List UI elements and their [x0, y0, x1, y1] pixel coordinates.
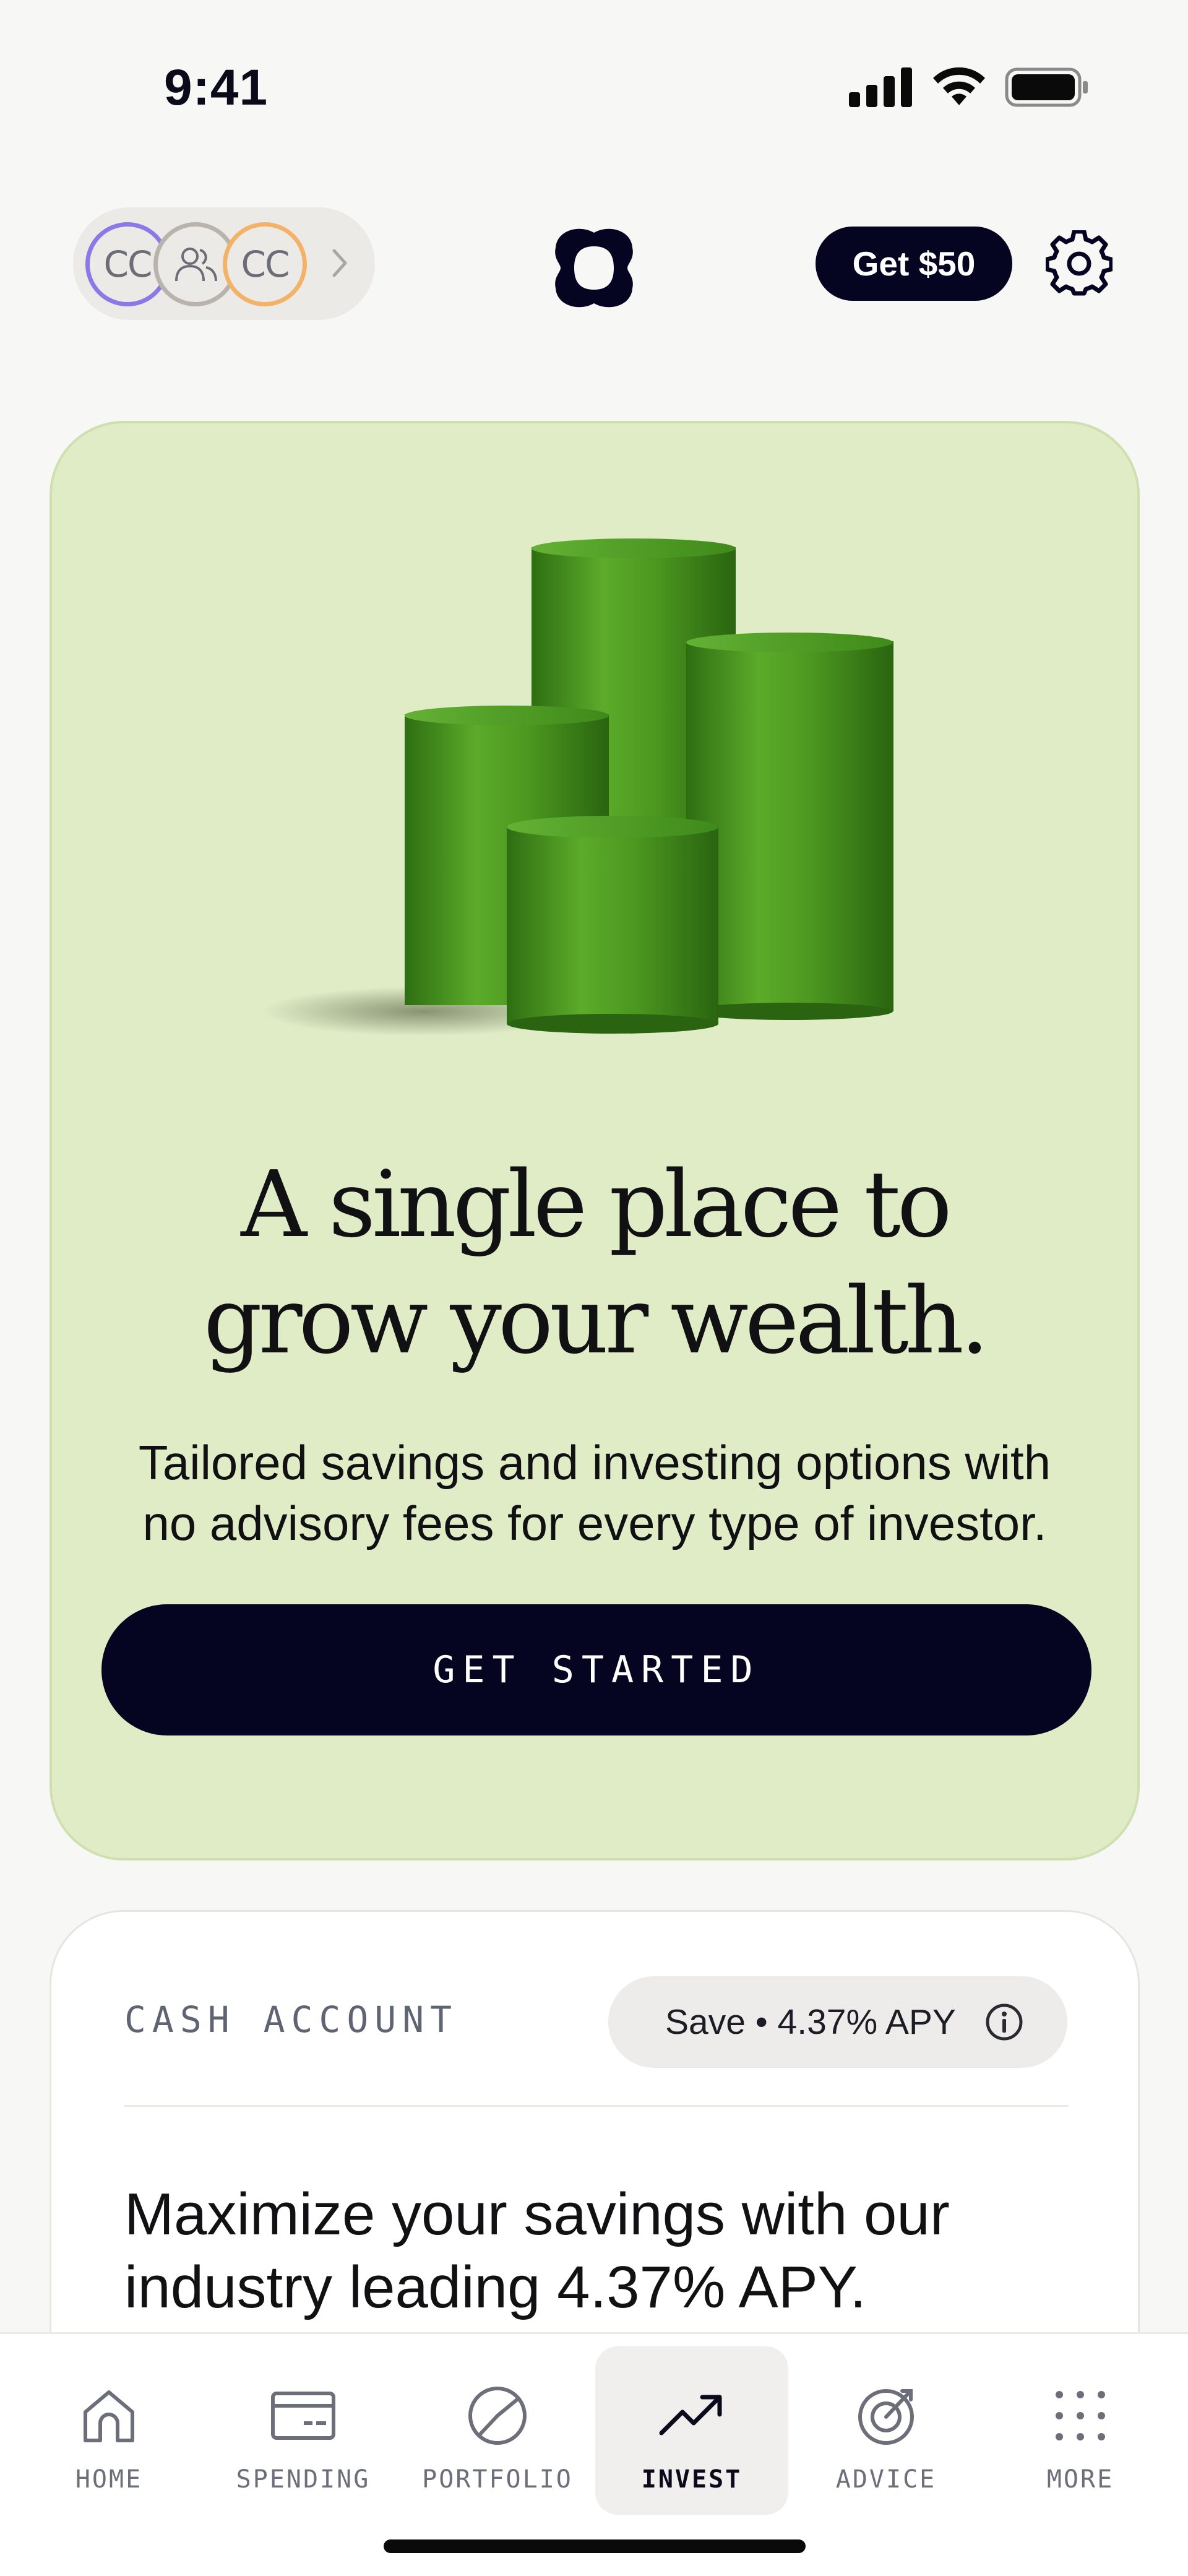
nav-label: HOME	[75, 2465, 143, 2494]
nav-item-advice[interactable]: ADVICE	[790, 2346, 983, 2515]
hero-title: A single place to grow your wealth.	[204, 1151, 989, 1374]
grid-dots-icon	[1056, 2391, 1105, 2440]
home-icon	[84, 2390, 134, 2442]
divider	[124, 2105, 1069, 2107]
target-icon	[858, 2389, 914, 2445]
nav-label: MORE	[1046, 2465, 1114, 2494]
chevron-right-icon	[332, 249, 347, 277]
home-indicator	[384, 2539, 806, 2553]
battery-icon	[1005, 67, 1088, 107]
referral-button[interactable]: Get $50	[816, 227, 1012, 301]
nav-item-spending[interactable]: SPENDING	[207, 2346, 400, 2515]
nav-label: ADVICE	[835, 2465, 937, 2494]
top-bar: CC CC Get $50	[0, 204, 1188, 322]
gear-icon[interactable]	[1046, 230, 1113, 297]
trending-up-icon	[659, 2395, 722, 2436]
wifi-icon	[933, 67, 985, 105]
cash-account-headline: Maximize your savings with our industry …	[124, 2181, 950, 2320]
brand-logo-icon	[555, 228, 633, 308]
nav-item-portfolio[interactable]: PORTFOLIO	[401, 2346, 594, 2515]
status-time: 9:41	[164, 59, 269, 116]
nav-label: INVEST	[641, 2465, 742, 2494]
status-bar: 9:41	[0, 0, 1188, 149]
users-icon	[175, 248, 217, 282]
nav-item-home[interactable]: HOME	[12, 2346, 205, 2515]
invest-hero-card: A single place to grow your wealth. Tail…	[50, 421, 1140, 1861]
apy-badge-text: Save • 4.37% APY	[665, 2002, 956, 2042]
avatar: CC	[223, 222, 307, 306]
nav-label: SPENDING	[236, 2465, 371, 2494]
apy-badge[interactable]: Save • 4.37% APY	[608, 1976, 1067, 2068]
status-icons	[849, 67, 1089, 108]
hero-subtitle: Tailored savings and investing options w…	[138, 1435, 1051, 1550]
nav-label: PORTFOLIO	[422, 2465, 573, 2494]
signal-icon	[849, 67, 912, 107]
pie-chart-icon	[468, 2387, 527, 2445]
nav-item-invest[interactable]: INVEST	[595, 2346, 788, 2515]
bottom-nav: HOME SPENDING PORTFOLIO INVEST ADVICE MO…	[0, 2332, 1188, 2576]
cash-account-label: CASH ACCOUNT	[124, 1999, 458, 2041]
household-avatars-button[interactable]: CC CC	[73, 207, 375, 320]
nav-item-more[interactable]: MORE	[984, 2346, 1177, 2515]
info-icon[interactable]	[984, 2002, 1024, 2042]
green-cylinders-illustration	[262, 538, 893, 1036]
get-started-button[interactable]: GET STARTED	[101, 1604, 1091, 1735]
card-icon	[271, 2392, 335, 2440]
